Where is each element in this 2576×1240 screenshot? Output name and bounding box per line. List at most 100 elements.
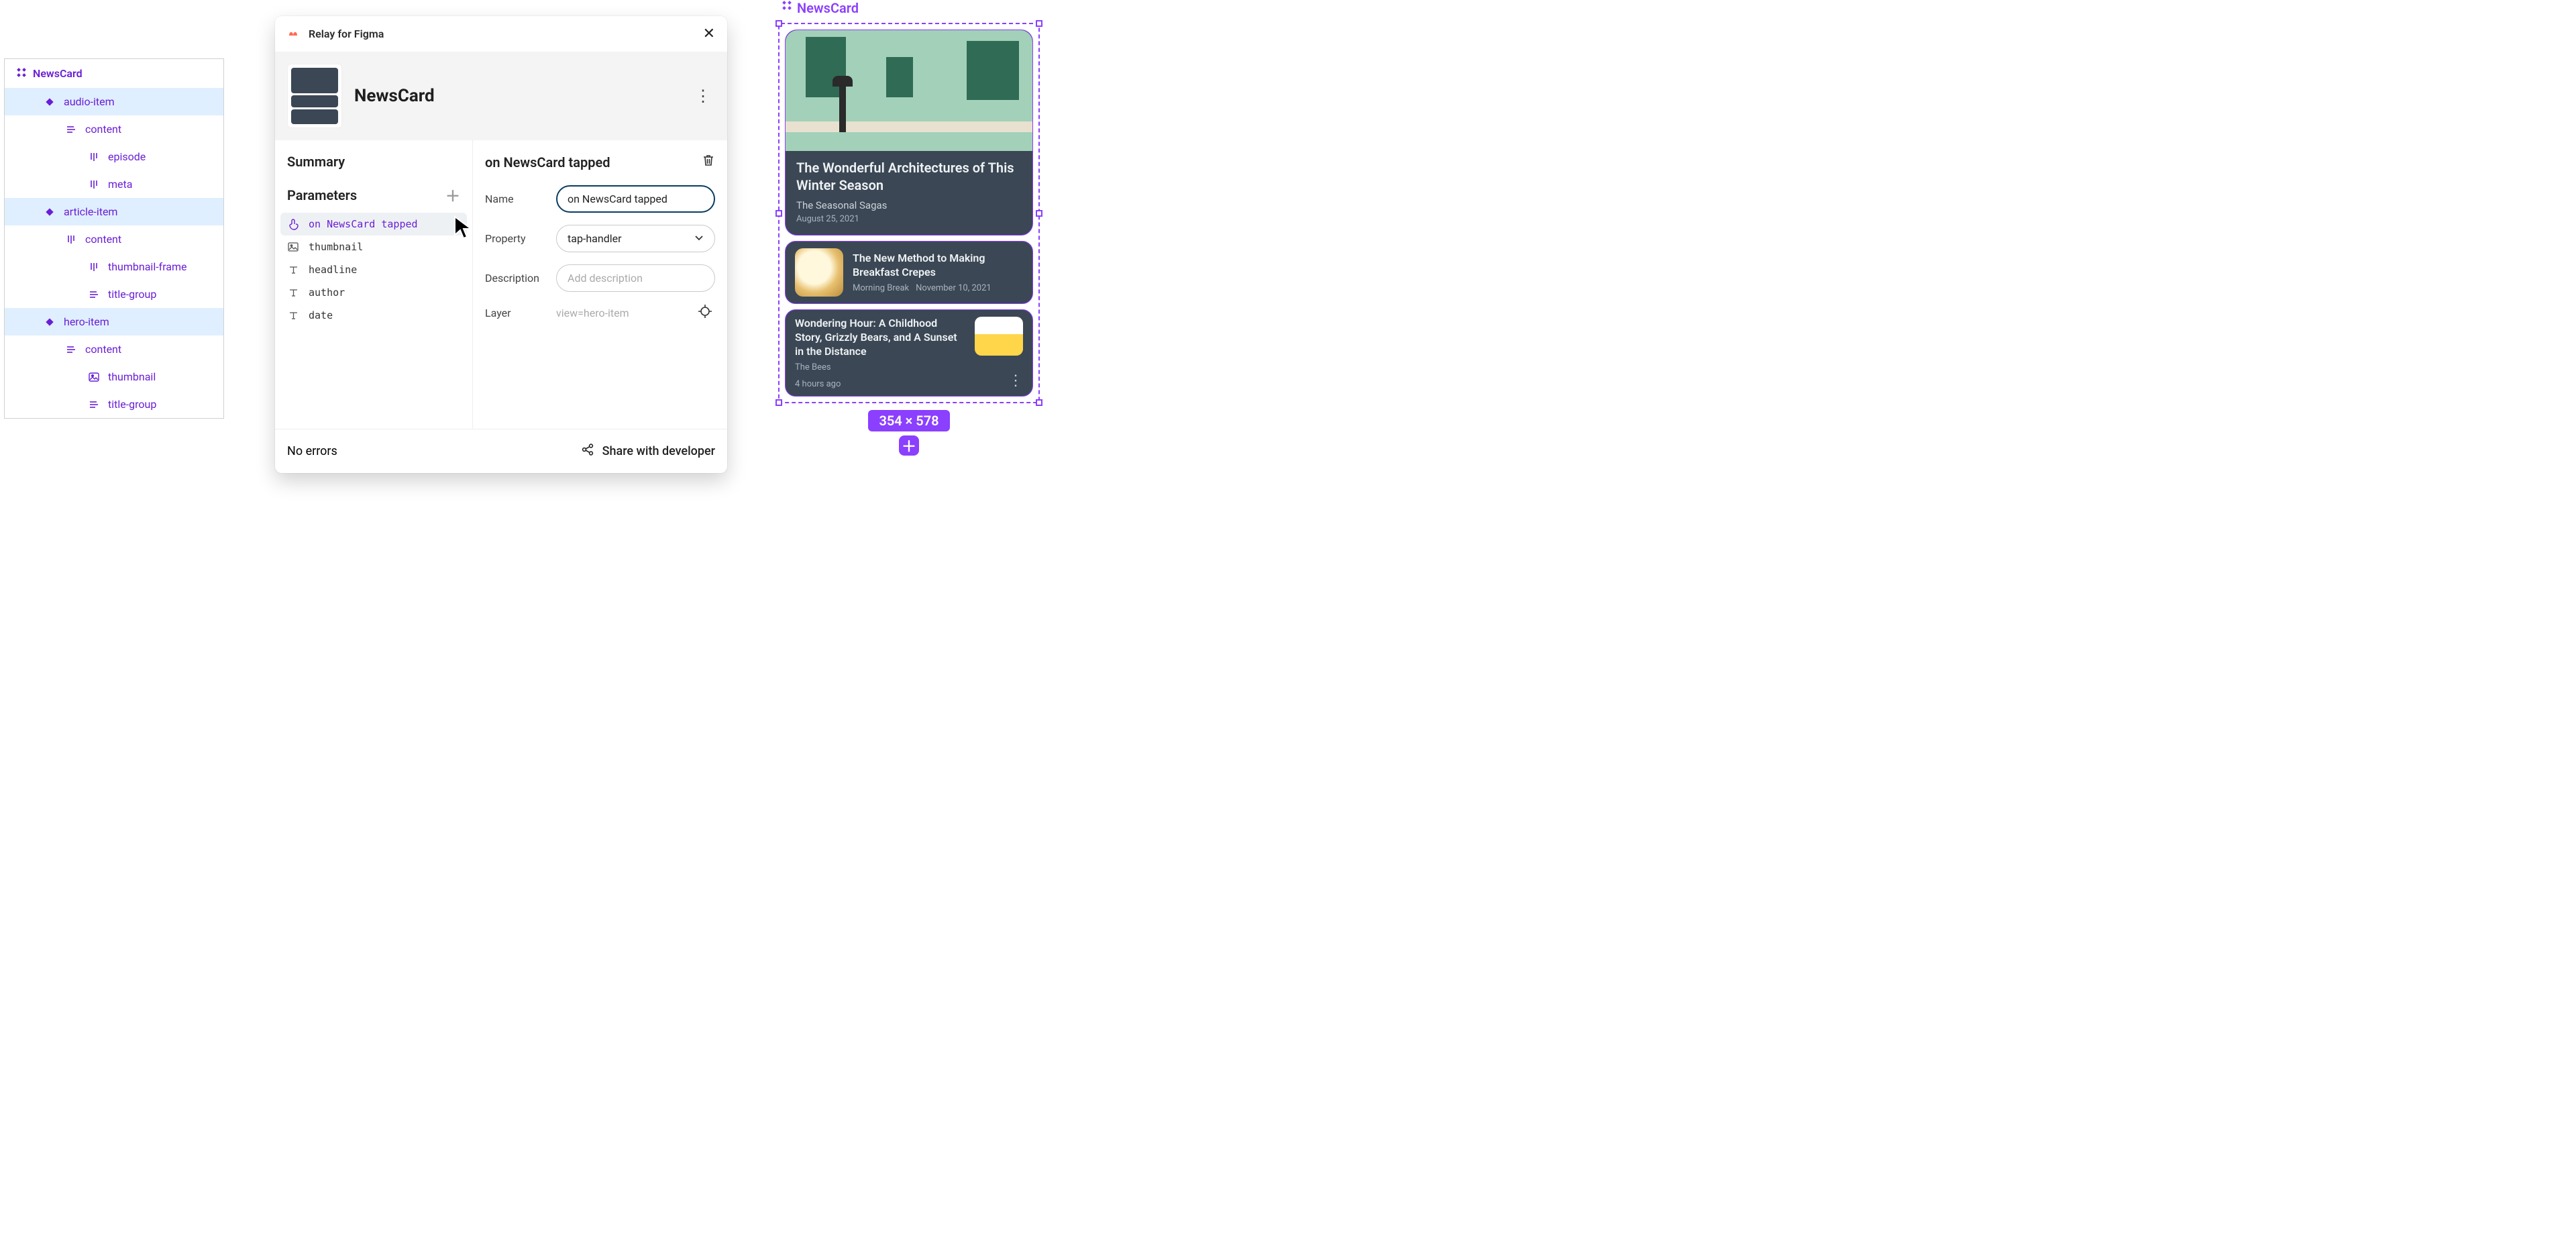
layer-label: title-group [108,288,156,301]
resize-handle[interactable] [775,210,782,217]
delete-parameter-button[interactable] [702,154,715,170]
component-frame-label[interactable]: NewsCard [780,0,1040,16]
parameter-label: date [309,309,333,321]
layers-root-label: NewsCard [33,67,83,80]
property-select-value: tap-handler [568,232,622,245]
selection-outline: The Wonderful Architectures of This Wint… [778,23,1040,403]
layer-label: content [85,233,121,246]
parameter-row[interactable]: headline [280,258,467,281]
component-thumbnail [287,64,342,128]
layer-label: episode [108,150,146,163]
add-parameter-button[interactable]: ＋ [445,185,460,206]
layer-row[interactable]: thumbnail [5,363,223,391]
error-status: No errors [287,444,337,458]
share-label: Share with developer [602,444,715,458]
more-options-icon[interactable]: ⋮ [1008,372,1023,389]
layer-type-icon [88,399,100,411]
layer-row[interactable]: article-item [5,198,223,225]
figma-canvas: NewsCard The Wonderful Architecture [778,0,1040,456]
relay-logo-icon [287,27,302,42]
layer-type-icon [88,261,100,273]
chevron-down-icon [694,232,704,245]
name-input-value: on NewsCard tapped [568,193,667,205]
component-title: NewsCard [354,86,691,106]
layer-row[interactable]: audio-item [5,88,223,115]
layer-type-icon [88,151,100,163]
name-input[interactable]: on NewsCard tapped [556,185,715,213]
parameter-type-icon [287,288,299,297]
layer-field-label: Layer [485,307,548,319]
description-field-label: Description [485,272,548,285]
audio-author: The Bees [795,362,831,372]
parameter-row[interactable]: on NewsCard tapped [280,213,467,236]
summary-heading[interactable]: Summary [287,154,460,170]
parameter-type-icon [287,265,299,274]
audio-relative-time: 4 hours ago [795,379,841,389]
layer-type-icon [65,234,77,246]
layer-row[interactable]: hero-item [5,308,223,335]
share-with-developer-button[interactable]: Share with developer [581,443,715,460]
article-headline: The New Method to Making Breakfast Crepe… [853,252,1023,280]
resize-handle[interactable] [1036,210,1042,217]
parameter-row[interactable]: date [280,304,467,327]
layer-type-icon [88,178,100,191]
layer-field-value: view=hero-item [556,307,690,319]
layer-row[interactable]: content [5,335,223,363]
resize-handle[interactable] [1036,399,1042,406]
component-set-icon [14,68,26,80]
layer-row[interactable]: thumbnail-frame [5,253,223,280]
audio-headline: Wondering Hour: A Childhood Story, Grizz… [795,317,965,358]
hero-headline: The Wonderful Architectures of This Wint… [796,159,1022,194]
article-author: Morning Break [853,283,909,293]
plugin-brand: Relay for Figma [287,27,384,42]
relay-plugin-dialog: Relay for Figma ✕ NewsCard ⋮ Summary Par… [275,16,727,473]
property-field-label: Property [485,232,548,245]
hero-item[interactable]: The Wonderful Architectures of This Wint… [785,30,1033,236]
resize-handle[interactable] [1036,20,1042,27]
layer-type-icon [65,123,77,136]
layers-panel: NewsCard audio-item content episode meta art… [4,58,224,419]
layer-label: title-group [108,398,156,411]
target-picker-icon[interactable] [698,304,715,321]
description-input[interactable]: Add description [556,264,715,292]
resize-handle[interactable] [775,399,782,406]
layers-root[interactable]: NewsCard [5,59,223,88]
component-frame-label-text: NewsCard [797,0,859,16]
article-date: November 10, 2021 [916,283,991,293]
detail-title: on NewsCard tapped [485,154,610,170]
newscard-component[interactable]: The Wonderful Architectures of This Wint… [785,30,1033,397]
layer-label: article-item [64,205,117,218]
component-set-icon [780,0,792,16]
layer-row[interactable]: content [5,115,223,143]
layer-row[interactable]: episode [5,143,223,170]
parameter-type-icon [287,242,299,252]
layer-label: hero-item [64,315,109,328]
article-item[interactable]: The New Method to Making Breakfast Crepe… [785,241,1033,304]
layer-type-icon [88,289,100,301]
layer-label: audio-item [64,95,115,108]
layer-type-icon [44,206,56,218]
layer-row[interactable]: meta [5,170,223,198]
parameter-row[interactable]: thumbnail [280,236,467,258]
audio-item[interactable]: Wondering Hour: A Childhood Story, Grizz… [785,309,1033,397]
overflow-menu-icon[interactable]: ⋮ [691,87,715,105]
audio-thumbnail [975,317,1023,356]
parameter-row[interactable]: author [280,281,467,304]
parameter-type-icon [287,311,299,320]
layer-row[interactable]: content [5,225,223,253]
layer-row[interactable]: title-group [5,280,223,308]
name-field-label: Name [485,193,548,205]
resize-handle[interactable] [775,20,782,27]
close-button[interactable]: ✕ [703,25,715,42]
parameter-label: on NewsCard tapped [309,218,418,230]
plugin-brand-text: Relay for Figma [309,28,384,40]
layer-label: content [85,343,121,356]
hero-thumbnail [786,30,1032,151]
layer-label: thumbnail [108,370,156,383]
parameter-label: thumbnail [309,241,363,253]
property-select[interactable]: tap-handler [556,225,715,252]
add-variant-button[interactable]: ＋ [899,435,919,456]
layer-type-icon [65,344,77,356]
layer-label: thumbnail-frame [108,260,187,273]
layer-row[interactable]: title-group [5,391,223,418]
